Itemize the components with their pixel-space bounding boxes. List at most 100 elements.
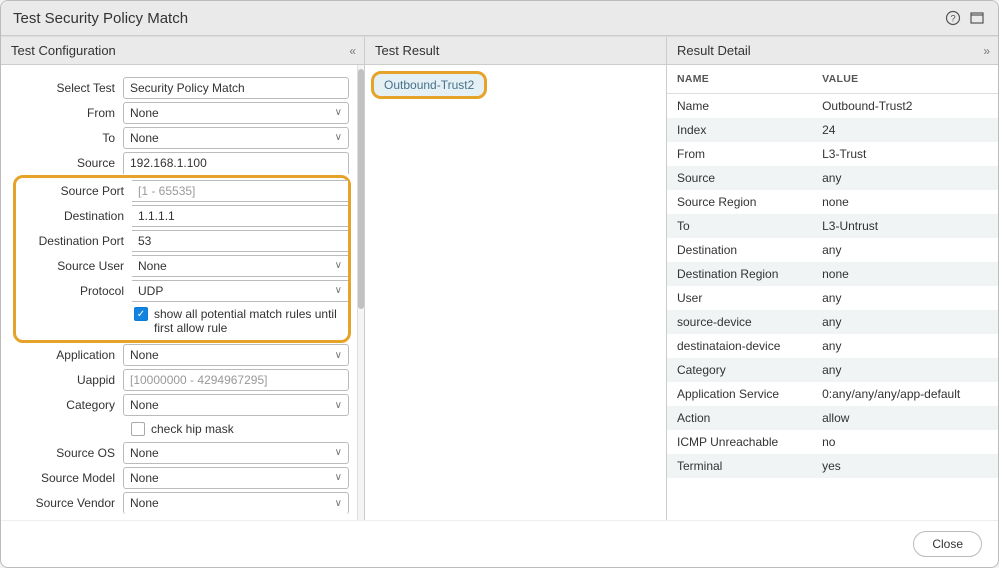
collapse-left-icon[interactable]: « [349, 44, 354, 58]
row-from: From None [7, 100, 357, 125]
detail-row: ToL3-Untrust [667, 214, 998, 238]
dialog-title: Test Security Policy Match [13, 10, 188, 27]
row-source-user: Source User None [16, 253, 348, 278]
detail-row: NameOutbound-Trust2 [667, 94, 998, 119]
maximize-icon[interactable] [968, 9, 986, 27]
collapse-right-icon[interactable]: » [983, 44, 988, 58]
row-source-vendor: Source Vendor None [7, 490, 357, 515]
detail-name: Name [667, 94, 812, 119]
from-select[interactable]: None [123, 102, 349, 124]
check-hip-checkbox[interactable] [131, 422, 145, 436]
row-source-model: Source Model None [7, 465, 357, 490]
row-check-hip: check hip mask [7, 418, 357, 440]
titlebar-actions: ? [944, 9, 986, 27]
label-source-model: Source Model [7, 471, 123, 485]
row-source-port: Source Port [16, 178, 348, 203]
to-select[interactable]: None [123, 127, 349, 149]
detail-row: Application Service0:any/any/any/app-def… [667, 382, 998, 406]
detail-name: ICMP Unreachable [667, 430, 812, 454]
row-destination: Destination [16, 203, 348, 228]
detail-name: Destination Region [667, 262, 812, 286]
row-uappid: Uappid [7, 368, 357, 393]
detail-panel: Result Detail » NAME VALUE NameOutbound-… [667, 37, 998, 520]
label-select-test: Select Test [7, 81, 123, 95]
detail-header: Result Detail » [667, 37, 998, 65]
source-vendor-select[interactable]: None [123, 492, 349, 514]
detail-name: Index [667, 118, 812, 142]
detail-name: Destination [667, 238, 812, 262]
config-header: Test Configuration « [1, 37, 364, 65]
source-user-select[interactable]: None [132, 255, 348, 277]
application-select[interactable]: None [123, 344, 349, 366]
protocol-select[interactable]: UDP [132, 280, 348, 302]
detail-value: any [812, 286, 998, 310]
detail-body: NAME VALUE NameOutbound-Trust2Index24Fro… [667, 65, 998, 520]
result-body: Outbound-Trust2 [365, 65, 666, 520]
label-source-user: Source User [16, 259, 132, 273]
row-application: Application None [7, 343, 357, 368]
destination-port-input[interactable] [132, 230, 348, 252]
highlighted-fields: Source Port Destination Destination Port [13, 175, 351, 343]
detail-value: any [812, 238, 998, 262]
config-panel: Test Configuration « Select Test From No… [1, 37, 365, 520]
category-select[interactable]: None [123, 394, 349, 416]
row-source: Source [7, 150, 357, 175]
title-bar: Test Security Policy Match ? [1, 1, 998, 36]
label-protocol: Protocol [16, 284, 132, 298]
result-title: Test Result [375, 43, 439, 58]
col-value: VALUE [812, 65, 998, 94]
select-test-input[interactable] [123, 77, 349, 99]
detail-row: Destination Regionnone [667, 262, 998, 286]
detail-name: Source Region [667, 190, 812, 214]
source-model-select[interactable]: None [123, 467, 349, 489]
detail-row: Index24 [667, 118, 998, 142]
detail-value: yes [812, 454, 998, 478]
close-button[interactable]: Close [913, 531, 982, 557]
row-select-test: Select Test [7, 75, 357, 100]
destination-input[interactable] [132, 205, 348, 227]
detail-row: Actionallow [667, 406, 998, 430]
config-title: Test Configuration [11, 43, 116, 58]
row-protocol: Protocol UDP [16, 278, 348, 303]
detail-name: Action [667, 406, 812, 430]
row-show-all: ✓ show all potential match rules until f… [16, 303, 348, 340]
label-source-vendor: Source Vendor [7, 496, 123, 510]
result-header: Test Result [365, 37, 666, 65]
help-icon[interactable]: ? [944, 9, 962, 27]
detail-value: any [812, 310, 998, 334]
config-body: Select Test From None To None Source [1, 65, 364, 520]
source-input[interactable] [123, 152, 349, 174]
row-category: Category None [7, 393, 357, 418]
detail-value: any [812, 334, 998, 358]
scroll-thumb[interactable] [358, 69, 364, 309]
match-rule-item[interactable]: Outbound-Trust2 [371, 71, 487, 99]
label-source: Source [7, 156, 123, 170]
detail-row: Terminalyes [667, 454, 998, 478]
show-all-checkbox[interactable]: ✓ [134, 307, 148, 321]
detail-name: User [667, 286, 812, 310]
label-uappid: Uappid [7, 373, 123, 387]
source-os-select[interactable]: None [123, 442, 349, 464]
row-destination-port: Destination Port [16, 228, 348, 253]
detail-name: Application Service [667, 382, 812, 406]
detail-row: destinataion-deviceany [667, 334, 998, 358]
show-all-label: show all potential match rules until fir… [154, 307, 344, 336]
detail-row: Categoryany [667, 358, 998, 382]
config-form: Select Test From None To None Source [1, 65, 357, 520]
detail-row: Sourceany [667, 166, 998, 190]
detail-value: Outbound-Trust2 [812, 94, 998, 119]
uappid-input[interactable] [123, 369, 349, 391]
label-from: From [7, 106, 123, 120]
source-port-input[interactable] [132, 180, 348, 202]
detail-row: source-deviceany [667, 310, 998, 334]
detail-name: From [667, 142, 812, 166]
label-destination-port: Destination Port [16, 234, 132, 248]
config-scrollbar[interactable] [357, 65, 364, 520]
check-hip-label: check hip mask [151, 422, 234, 436]
main-area: Test Configuration « Select Test From No… [1, 36, 998, 520]
detail-value: any [812, 358, 998, 382]
label-application: Application [7, 348, 123, 362]
detail-name: source-device [667, 310, 812, 334]
detail-value: no [812, 430, 998, 454]
detail-table: NAME VALUE NameOutbound-Trust2Index24Fro… [667, 65, 998, 478]
